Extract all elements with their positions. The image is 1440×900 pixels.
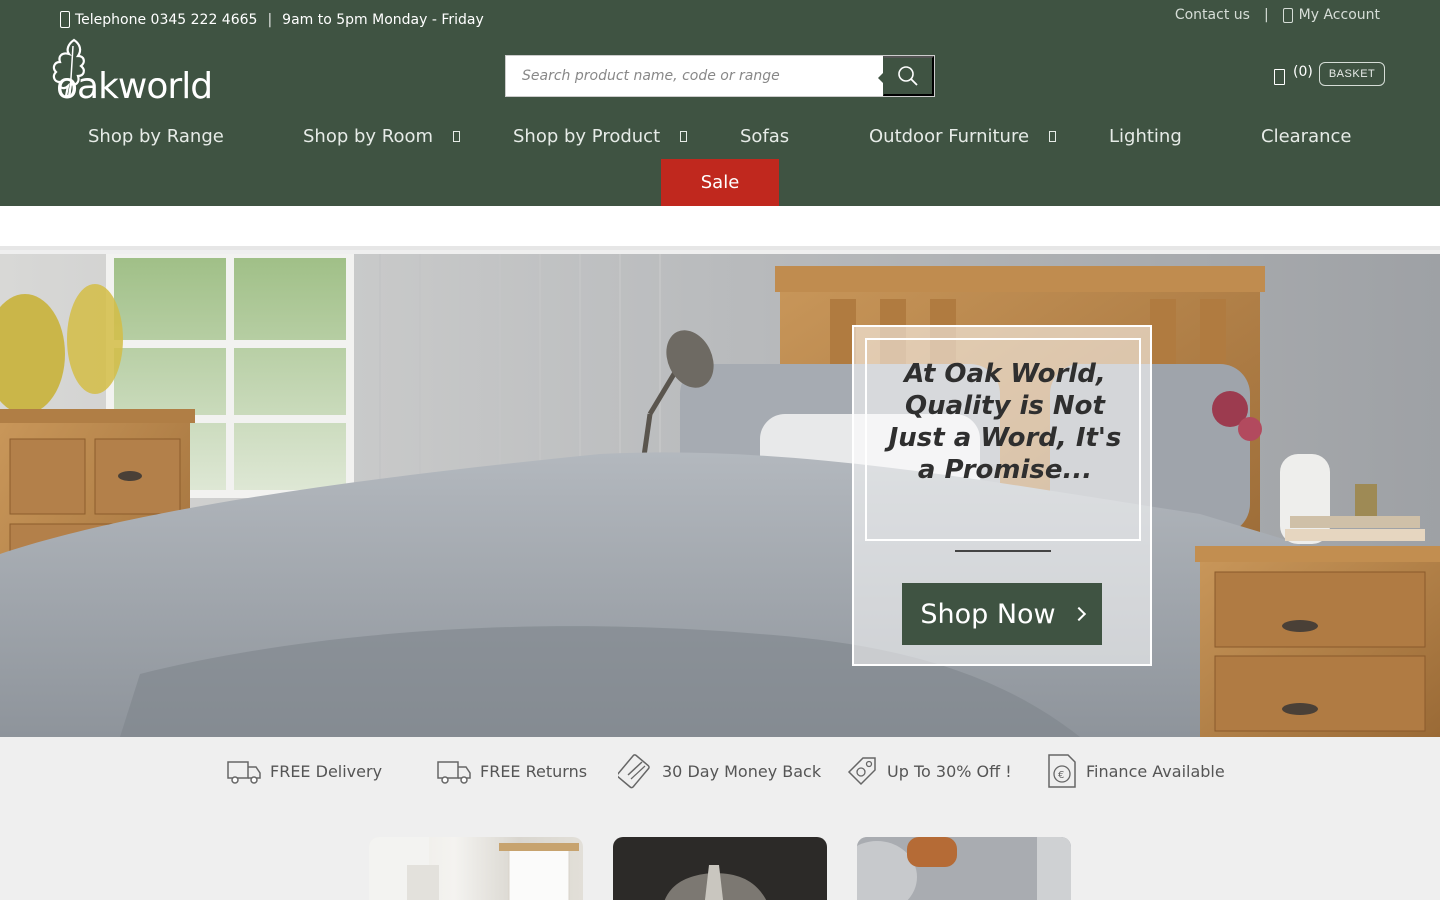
category-card-image xyxy=(664,865,767,900)
topbar-links: Contact us | My Account xyxy=(1175,7,1380,23)
phone-icon xyxy=(60,11,70,28)
truck-icon xyxy=(437,761,471,784)
main-navigation: Shop by Range Shop by Room Shop by Produ… xyxy=(0,118,1440,154)
oakworld-logo[interactable]: oakworld xyxy=(44,38,234,107)
search-input[interactable] xyxy=(506,56,884,96)
header-spacer xyxy=(0,206,1440,250)
my-account-link[interactable]: My Account xyxy=(1299,7,1380,23)
hero-banner: At Oak World, Quality is Not Just a Word… xyxy=(0,254,1440,737)
nav-sofas[interactable]: Sofas xyxy=(740,118,789,154)
usp-discount: Up To 30% Off ! xyxy=(845,753,1012,789)
nav-shop-by-product[interactable]: Shop by Product xyxy=(513,118,688,154)
shop-now-label: Shop Now xyxy=(920,598,1056,630)
nav-lighting[interactable]: Lighting xyxy=(1109,118,1182,154)
svg-text:€: € xyxy=(1058,770,1064,781)
nav-outdoor-furniture-label: Outdoor Furniture xyxy=(869,125,1030,147)
topbar-links-separator: | xyxy=(1263,7,1269,23)
truck-icon xyxy=(227,761,261,784)
usp-label: FREE Delivery xyxy=(270,761,383,781)
search-form xyxy=(505,55,935,97)
basket-button[interactable]: BASKET xyxy=(1318,62,1386,86)
topbar-contact-info: Telephone 0345 222 4665 | 9am to 5pm Mon… xyxy=(60,11,484,28)
category-card-sofas[interactable] xyxy=(857,837,1071,900)
hero-title: At Oak World, Quality is Not Just a Word… xyxy=(888,359,1122,485)
basket[interactable]: (0) BASKET xyxy=(1274,62,1386,86)
basket-count: (0) xyxy=(1293,64,1313,80)
logo-wordmark: oakworld xyxy=(56,66,212,104)
nav-sofas-label: Sofas xyxy=(740,125,790,147)
dropdown-icon xyxy=(1049,130,1057,142)
site-header: Telephone 0345 222 4665 | 9am to 5pm Mon… xyxy=(0,0,1440,206)
promo-divider xyxy=(955,550,1051,552)
nav-clearance[interactable]: Clearance xyxy=(1261,118,1351,154)
dropdown-icon xyxy=(680,130,688,142)
nav-shop-by-range-label: Shop by Range xyxy=(88,125,224,147)
category-card-dining[interactable] xyxy=(613,837,827,900)
category-card-image xyxy=(369,837,579,900)
nav-lighting-label: Lighting xyxy=(1109,125,1182,147)
nav-shop-by-room-label: Shop by Room xyxy=(303,125,434,147)
nav-outdoor-furniture[interactable]: Outdoor Furniture xyxy=(869,118,1057,154)
usp-free-delivery: FREE Delivery xyxy=(226,753,382,789)
hero-bedroom-image xyxy=(0,254,1440,737)
usp-label: Finance Available xyxy=(1086,761,1225,781)
shop-now-button[interactable]: Shop Now xyxy=(902,583,1102,645)
usp-free-returns: FREE Returns xyxy=(436,753,587,789)
category-card-bedroom[interactable] xyxy=(369,837,583,900)
dropdown-icon xyxy=(453,130,461,142)
search-button[interactable] xyxy=(878,56,934,96)
telephone-link[interactable]: Telephone 0345 222 4665 xyxy=(75,12,257,28)
contact-us-link[interactable]: Contact us xyxy=(1175,7,1250,23)
chevron-right-icon xyxy=(1071,606,1086,622)
opening-hours: 9am to 5pm Monday - Friday xyxy=(282,11,484,28)
basket-icon xyxy=(1274,69,1285,85)
usp-label: FREE Returns xyxy=(480,761,588,781)
nav-shop-by-range[interactable]: Shop by Range xyxy=(88,118,224,154)
usp-bar: FREE Delivery FREE Returns 30 Day Money … xyxy=(0,737,1440,807)
finance-icon: € xyxy=(1048,754,1076,788)
search-icon xyxy=(898,66,918,86)
category-card-image xyxy=(857,837,1071,900)
topbar-separator: | xyxy=(267,11,273,28)
promo-title-frame: At Oak World, Quality is Not Just a Word… xyxy=(865,338,1141,541)
usp-label: 30 Day Money Back xyxy=(662,761,822,781)
oak-leaf-logo-icon: oakworld xyxy=(52,38,213,107)
usp-label: Up To 30% Off ! xyxy=(887,761,1012,781)
hero-promo-box: At Oak World, Quality is Not Just a Word… xyxy=(852,325,1152,666)
usp-finance: € Finance Available xyxy=(1046,753,1225,789)
nav-shop-by-room[interactable]: Shop by Room xyxy=(303,118,461,154)
nav-clearance-label: Clearance xyxy=(1261,125,1352,147)
user-icon xyxy=(1282,7,1293,23)
nav-sale[interactable]: Sale xyxy=(661,159,779,206)
nav-shop-by-product-label: Shop by Product xyxy=(513,125,661,147)
card-icon xyxy=(618,754,650,789)
price-tag-icon xyxy=(847,757,876,786)
usp-money-back: 30 Day Money Back xyxy=(618,753,821,789)
